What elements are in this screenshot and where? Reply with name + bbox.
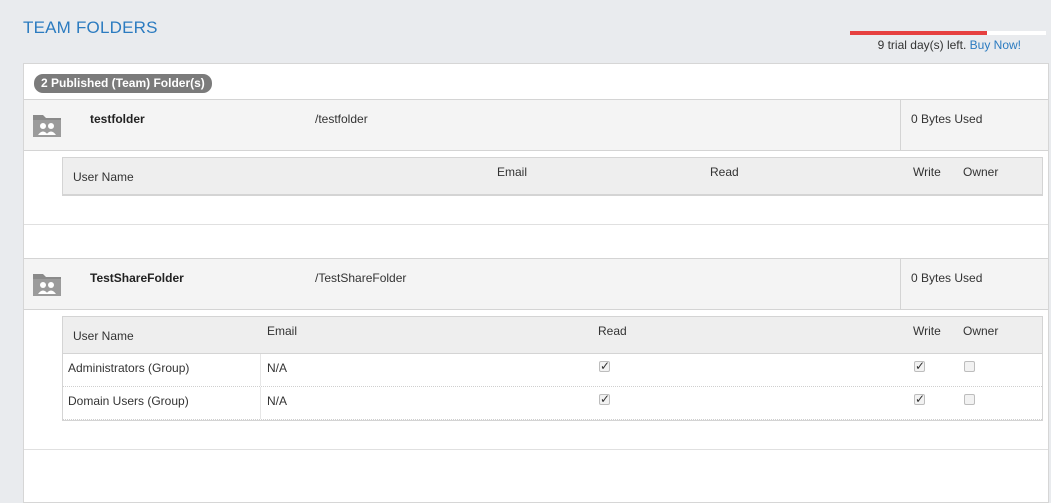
folder-path: /testfolder — [315, 112, 368, 126]
permissions-table: User Name Email Read Write Owner — [62, 157, 1043, 196]
owner-checkbox[interactable] — [964, 361, 975, 372]
folder-row[interactable]: testfolder /testfolder 0 Bytes Used — [24, 99, 1048, 151]
trial-days-text: 9 trial day(s) left. — [877, 38, 967, 52]
trial-progress-fill — [850, 31, 988, 35]
read-checkbox[interactable]: ✓ — [599, 393, 610, 405]
folder-name[interactable]: TestShareFolder — [90, 271, 184, 285]
permissions-header: User Name Email Read Write Owner — [63, 316, 1042, 354]
user-email: N/A — [267, 361, 288, 375]
col-write: Write — [913, 165, 941, 179]
published-count-badge: 2 Published (Team) Folder(s) — [34, 74, 212, 93]
user-email: N/A — [267, 394, 288, 408]
write-checkbox[interactable]: ✓ — [914, 393, 925, 405]
read-checkbox[interactable]: ✓ — [599, 360, 610, 372]
folder-usage: 0 Bytes Used — [900, 100, 1048, 150]
trial-notice: 9 trial day(s) left. Buy Now! — [878, 38, 1021, 52]
col-user-name: User Name — [73, 170, 134, 184]
folder-row[interactable]: TestShareFolder /TestShareFolder 0 Bytes… — [24, 258, 1048, 310]
permissions-table: User Name Email Read Write Owner Adminis… — [62, 316, 1043, 421]
section-separator — [24, 449, 1048, 450]
cell-divider — [260, 354, 261, 386]
owner-checkbox[interactable] — [964, 394, 975, 405]
col-read: Read — [710, 165, 739, 179]
team-folders-panel: 2 Published (Team) Folder(s) testfolder … — [23, 63, 1049, 503]
table-row: Domain Users (Group) N/A ✓ ✓ — [63, 387, 1042, 420]
col-email: Email — [267, 324, 298, 338]
buy-now-link[interactable]: Buy Now! — [970, 38, 1021, 52]
col-email: Email — [497, 165, 528, 179]
page-title: TEAM FOLDERS — [23, 18, 158, 37]
table-row: Administrators (Group) N/A ✓ ✓ — [63, 354, 1042, 387]
team-folder-icon — [32, 269, 62, 299]
folder-path: /TestShareFolder — [315, 271, 407, 285]
folder-usage: 0 Bytes Used — [900, 259, 1048, 309]
col-owner: Owner — [963, 165, 999, 179]
user-name: Administrators (Group) — [68, 361, 190, 375]
user-name: Domain Users (Group) — [68, 394, 189, 408]
team-folder-icon — [32, 110, 62, 140]
trial-progress-bar — [850, 31, 1046, 35]
col-write: Write — [913, 324, 941, 338]
cell-divider — [260, 387, 261, 419]
col-user-name: User Name — [73, 329, 134, 343]
col-owner: Owner — [963, 324, 999, 338]
write-checkbox[interactable]: ✓ — [914, 360, 925, 372]
permissions-header: User Name Email Read Write Owner — [63, 157, 1042, 195]
col-read: Read — [598, 324, 627, 338]
folder-name[interactable]: testfolder — [90, 112, 145, 126]
section-separator — [24, 224, 1048, 225]
